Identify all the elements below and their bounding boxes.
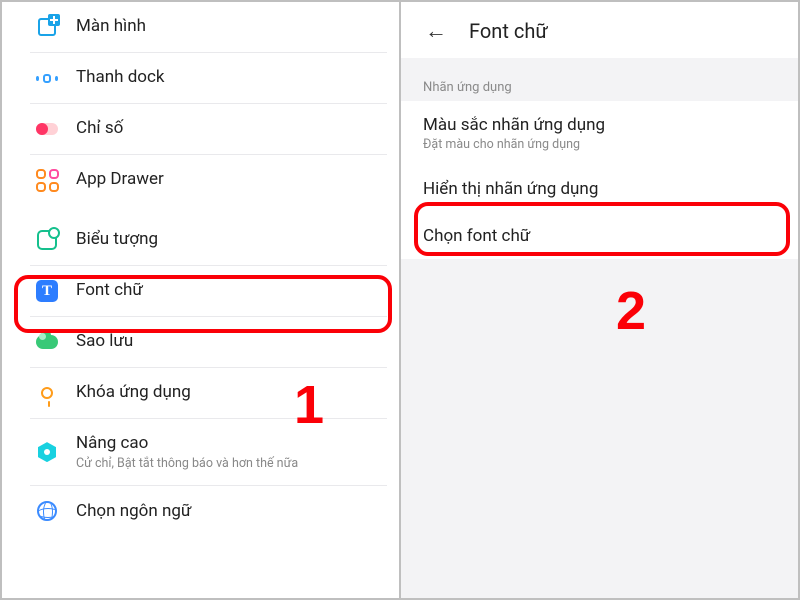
hex-icon <box>36 441 58 463</box>
settings-item-language[interactable]: Chọn ngôn ngữ <box>30 486 387 536</box>
back-icon[interactable]: ← <box>425 18 447 44</box>
settings-card: Màu sắc nhãn ứng dụng Đặt màu cho nhãn ứ… <box>401 101 798 259</box>
settings-item-label: App Drawer <box>76 169 164 190</box>
tutorial-frame: Màn hình Thanh dock Chỉ số App Drawer Bi… <box>0 0 800 600</box>
row-label-color[interactable]: Màu sắc nhãn ứng dụng Đặt màu cho nhãn ứ… <box>401 101 798 165</box>
settings-item-advanced[interactable]: Nâng cao Cử chỉ, Bật tắt thông báo và hơ… <box>30 419 387 486</box>
settings-item-backup[interactable]: Sao lưu <box>30 317 387 368</box>
step-number-2: 2 <box>616 280 646 342</box>
symbol-icon <box>36 229 58 251</box>
settings-item-label: Biểu tượng <box>76 229 158 250</box>
settings-item-label: Khóa ứng dụng <box>76 382 191 403</box>
row-title: Chọn font chữ <box>423 226 776 246</box>
bulb-icon <box>36 382 58 404</box>
screen-header: ← Font chữ <box>401 2 798 58</box>
settings-item-label: Sao lưu <box>76 331 133 352</box>
settings-item-indicator[interactable]: Chỉ số <box>30 104 387 155</box>
settings-item-symbol[interactable]: Biểu tượng <box>30 215 387 266</box>
cloud-icon <box>36 331 58 353</box>
settings-item-app-drawer[interactable]: App Drawer <box>30 155 387 205</box>
settings-item-label: Nâng cao <box>76 433 298 454</box>
dock-icon <box>36 67 58 89</box>
settings-item-label: Font chữ <box>76 280 143 301</box>
row-title: Màu sắc nhãn ứng dụng <box>423 115 776 135</box>
settings-item-screen[interactable]: Màn hình <box>30 2 387 53</box>
settings-item-dock[interactable]: Thanh dock <box>30 53 387 104</box>
settings-item-sub: Cử chỉ, Bật tắt thông báo và hơn thế nữa <box>76 456 298 471</box>
settings-item-label: Thanh dock <box>76 67 165 88</box>
step-number-1: 1 <box>294 374 324 436</box>
settings-item-label: Chọn ngôn ngữ <box>76 501 191 522</box>
toggle-icon <box>36 118 58 140</box>
row-choose-font[interactable]: Chọn font chữ <box>401 212 798 259</box>
settings-item-label: Màn hình <box>76 16 146 37</box>
row-show-label[interactable]: Hiển thị nhãn ứng dụng <box>401 165 798 212</box>
apps-icon <box>36 169 58 191</box>
settings-item-font[interactable]: T Font chữ <box>30 266 387 317</box>
font-settings-screen: ← Font chữ Nhãn ứng dụng Màu sắc nhãn ứn… <box>401 2 798 598</box>
section-label: Nhãn ứng dụng <box>401 64 798 101</box>
settings-item-app-lock[interactable]: Khóa ứng dụng <box>30 368 387 419</box>
row-sub: Đặt màu cho nhãn ứng dụng <box>423 137 776 152</box>
screen-icon <box>36 16 58 38</box>
settings-list-screen: Màn hình Thanh dock Chỉ số App Drawer Bi… <box>2 2 401 598</box>
font-icon: T <box>36 280 58 302</box>
page-title: Font chữ <box>469 19 548 43</box>
settings-item-label: Chỉ số <box>76 118 123 139</box>
globe-icon <box>36 500 58 522</box>
row-title: Hiển thị nhãn ứng dụng <box>423 179 776 199</box>
screen-body: Nhãn ứng dụng Màu sắc nhãn ứng dụng Đặt … <box>401 58 798 598</box>
